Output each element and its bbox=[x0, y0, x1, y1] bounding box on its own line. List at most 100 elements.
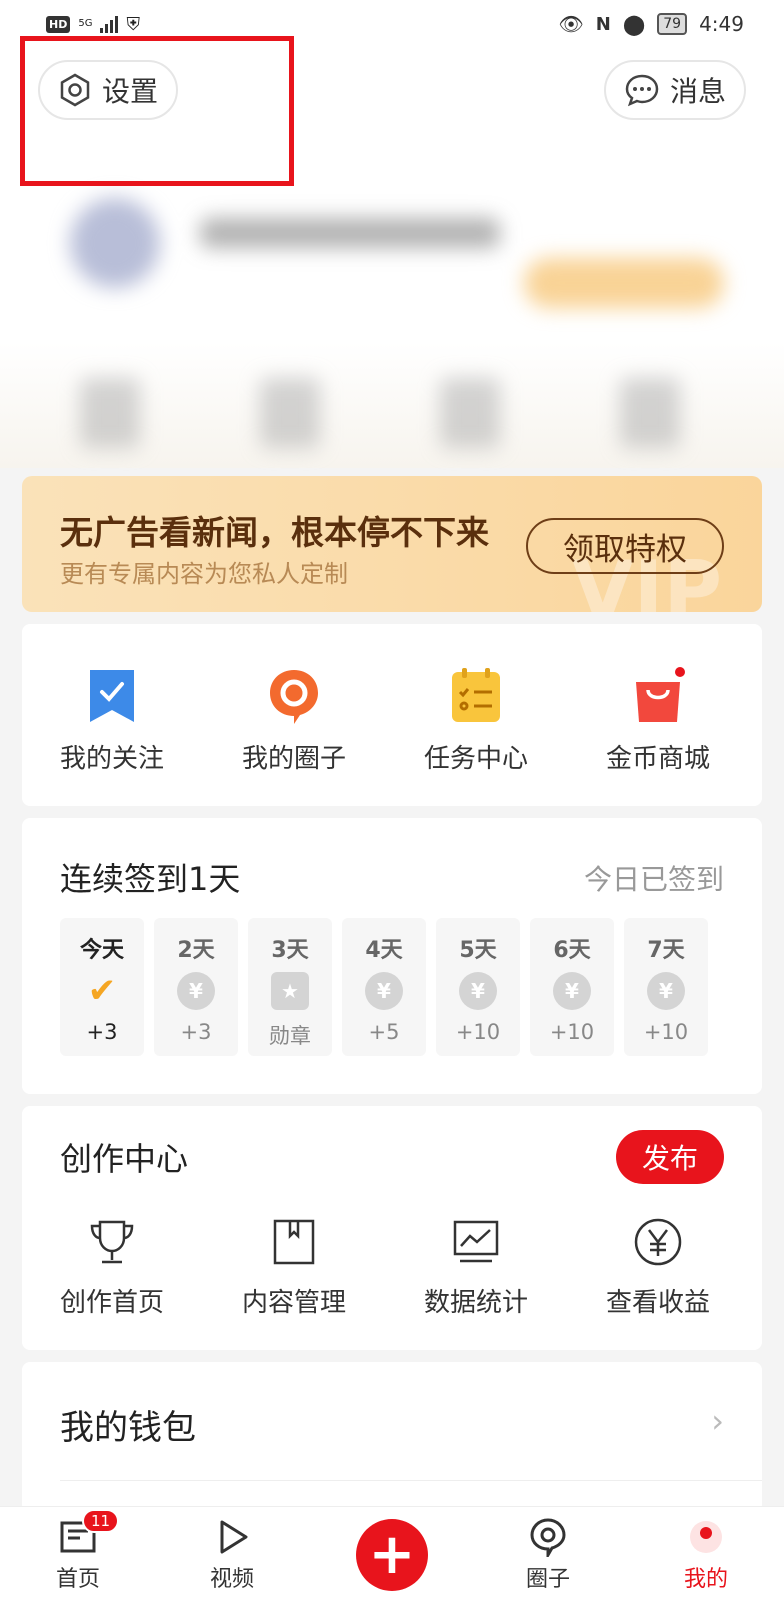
signal-icon bbox=[100, 15, 119, 33]
avatar[interactable] bbox=[70, 198, 160, 288]
check-icon: ✔ bbox=[87, 971, 117, 1011]
bottom-nav: 11 首页 视频 + 圈子 我的 bbox=[0, 1506, 784, 1600]
quick-action-label: 任务中心 bbox=[423, 744, 528, 774]
coin-icon: ¥ bbox=[459, 972, 497, 1010]
day-label: 4天 bbox=[365, 938, 403, 963]
wallet-title: 我的钱包 bbox=[60, 1408, 196, 1448]
day-label: 3天 bbox=[271, 938, 309, 963]
battery-icon: 79 bbox=[657, 13, 688, 35]
circle-icon bbox=[530, 1518, 566, 1557]
quick-action-circle[interactable]: 我的圈子 bbox=[234, 666, 354, 775]
blurred-profile-info bbox=[30, 158, 754, 478]
quick-action-label: 金币商城 bbox=[605, 744, 710, 774]
messages-label: 消息 bbox=[669, 75, 726, 108]
quick-action-label: 我的关注 bbox=[59, 744, 164, 774]
nfc-icon: N bbox=[595, 13, 611, 35]
task-clipboard-icon bbox=[452, 668, 500, 722]
chart-icon bbox=[453, 1220, 499, 1263]
nav-profile[interactable]: 我的 bbox=[666, 1517, 746, 1593]
nav-video[interactable]: 视频 bbox=[192, 1517, 272, 1593]
day-reward: +3 bbox=[180, 1020, 212, 1044]
signin-day[interactable]: 今天 ✔ +3 bbox=[60, 918, 144, 1056]
day-reward: +10 bbox=[549, 1020, 595, 1044]
signin-card: 连续签到1天 今日已签到 今天 ✔ +3 2天 ¥ +3 3天 ★ 勋章 4天 … bbox=[22, 818, 762, 1094]
creation-home[interactable]: 创作首页 bbox=[52, 1216, 172, 1319]
publish-button[interactable]: 发布 bbox=[616, 1130, 724, 1184]
chat-bubble-icon bbox=[625, 74, 659, 107]
creation-title: 创作中心 bbox=[60, 1140, 189, 1178]
day-reward: +10 bbox=[455, 1020, 501, 1044]
wallet-card[interactable]: 我的钱包 › bbox=[22, 1362, 762, 1512]
create-plus-button[interactable]: + bbox=[356, 1519, 428, 1591]
quick-actions-card: 我的关注 我的圈子 任务中心 金币商城 bbox=[22, 624, 762, 806]
creation-item-label: 内容管理 bbox=[241, 1288, 346, 1318]
coin-icon: ¥ bbox=[647, 972, 685, 1010]
network-type: 5G bbox=[78, 18, 93, 29]
creation-item-label: 数据统计 bbox=[423, 1288, 528, 1318]
day-label: 7天 bbox=[647, 938, 685, 963]
signin-status: 今日已签到 bbox=[583, 863, 724, 896]
nav-circle[interactable]: 圈子 bbox=[508, 1517, 588, 1593]
signin-day[interactable]: 7天 ¥ +10 bbox=[624, 918, 708, 1056]
quick-action-label: 我的圈子 bbox=[241, 744, 346, 774]
nav-label: 视频 bbox=[209, 1567, 254, 1592]
creation-item-label: 查看收益 bbox=[605, 1288, 710, 1318]
quick-action-follow[interactable]: 我的关注 bbox=[52, 666, 172, 775]
signin-day[interactable]: 4天 ¥ +5 bbox=[342, 918, 426, 1056]
plus-icon: + bbox=[368, 1522, 416, 1587]
day-reward: +3 bbox=[86, 1020, 118, 1044]
highlight-annotation-box bbox=[20, 36, 294, 186]
divider bbox=[60, 1480, 762, 1481]
medal-icon: ★ bbox=[271, 972, 309, 1010]
quick-action-mall[interactable]: 金币商城 bbox=[598, 666, 718, 775]
signin-day[interactable]: 3天 ★ 勋章 bbox=[248, 918, 332, 1056]
stat-item[interactable] bbox=[260, 378, 320, 448]
day-label: 5天 bbox=[459, 938, 497, 963]
view-earnings[interactable]: 查看收益 bbox=[598, 1216, 718, 1319]
coin-icon: ¥ bbox=[177, 972, 215, 1010]
news-icon: 11 bbox=[58, 1509, 120, 1557]
bookmark-icon bbox=[90, 670, 134, 722]
circle-chat-icon bbox=[270, 670, 318, 724]
clock: 4:49 bbox=[699, 12, 744, 36]
trophy-icon bbox=[90, 1220, 134, 1264]
nav-home[interactable]: 11 首页 bbox=[38, 1509, 120, 1593]
signin-title: 连续签到1天 bbox=[60, 860, 241, 898]
day-label: 今天 bbox=[79, 938, 124, 963]
vip-title: 无广告看新闻，根本停不下来 bbox=[60, 513, 489, 552]
day-label: 6天 bbox=[553, 938, 591, 963]
stat-item[interactable] bbox=[620, 378, 680, 448]
status-right: 👁 N ⬤ 79 4:49 bbox=[558, 12, 744, 36]
signin-day[interactable]: 6天 ¥ +10 bbox=[530, 918, 614, 1056]
location-icon: ⬤ bbox=[622, 12, 646, 36]
day-label: 2天 bbox=[177, 938, 215, 963]
claim-privilege-button[interactable]: 领取特权 bbox=[526, 518, 724, 574]
quick-action-tasks[interactable]: 任务中心 bbox=[416, 666, 536, 775]
signin-day[interactable]: 2天 ¥ +3 bbox=[154, 918, 238, 1056]
day-reward: 勋章 bbox=[269, 1024, 311, 1048]
yen-icon bbox=[634, 1218, 682, 1266]
stat-item[interactable] bbox=[80, 378, 140, 448]
day-reward: +10 bbox=[643, 1020, 689, 1044]
shopping-bag-icon bbox=[636, 667, 685, 722]
stat-item[interactable] bbox=[440, 378, 500, 448]
content-management[interactable]: 内容管理 bbox=[234, 1216, 354, 1319]
notification-badge: 11 bbox=[82, 1509, 120, 1533]
vip-subtitle: 更有专属内容为您私人定制 bbox=[60, 560, 348, 588]
coin-icon: ¥ bbox=[365, 972, 403, 1010]
vip-banner[interactable]: VIP 无广告看新闻，根本停不下来 更有专属内容为您私人定制 领取特权 bbox=[22, 476, 762, 612]
chevron-right-icon: › bbox=[711, 1402, 724, 1440]
profile-icon bbox=[686, 1517, 726, 1557]
creation-item-label: 创作首页 bbox=[59, 1288, 164, 1318]
book-icon bbox=[273, 1219, 315, 1265]
nav-label: 首页 bbox=[55, 1567, 100, 1592]
vip-entry[interactable] bbox=[524, 258, 724, 308]
creation-center-card: 创作中心 发布 创作首页 内容管理 数据统计 查看收益 bbox=[22, 1106, 762, 1350]
messages-button[interactable]: 消息 bbox=[603, 60, 746, 120]
shield-icon: ⛨ bbox=[126, 13, 140, 35]
signin-day[interactable]: 5天 ¥ +10 bbox=[436, 918, 520, 1056]
eye-icon: 👁 bbox=[558, 12, 584, 36]
nav-label: 圈子 bbox=[525, 1567, 570, 1592]
status-left: HD 5G ⛨ bbox=[46, 14, 140, 35]
data-statistics[interactable]: 数据统计 bbox=[416, 1216, 536, 1319]
